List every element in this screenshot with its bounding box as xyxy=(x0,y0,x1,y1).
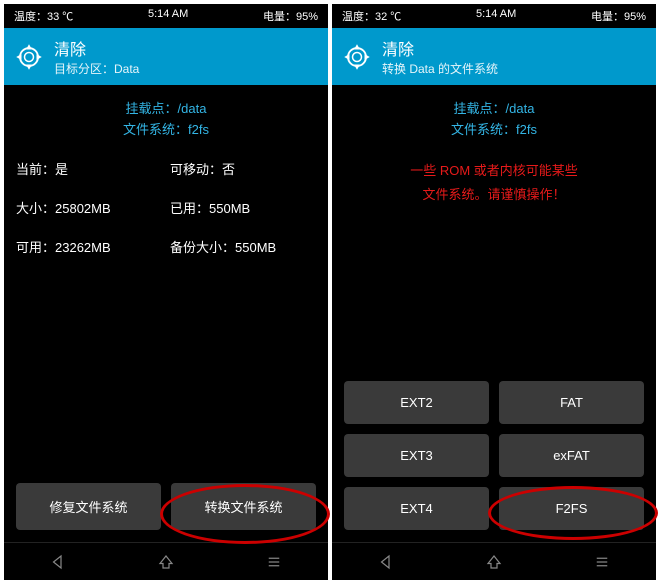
page-subtitle: 转换 Data 的文件系统 xyxy=(382,60,498,77)
mount-point: 挂载点：/data xyxy=(344,99,644,120)
partition-info: 挂载点：/data 文件系统：f2fs xyxy=(344,99,644,141)
stat-removable: 可移动：否 xyxy=(170,159,316,178)
screen-change-fs: 温度：32 ℃ 5:14 AM 电量：95% 清除 转换 Data 的文件系统 … xyxy=(332,4,656,580)
status-time: 5:14 AM xyxy=(476,8,516,24)
warning-text: 一些 ROM 或者内核可能某些 文件系统。请谨慎操作！ xyxy=(344,159,644,208)
status-bar: 温度：33 ℃ 5:14 AM 电量：95% xyxy=(4,4,328,28)
home-icon[interactable] xyxy=(157,553,175,571)
fs-ext3-button[interactable]: EXT3 xyxy=(344,434,489,477)
filesystem-type: 文件系统：f2fs xyxy=(344,120,644,141)
stat-used: 已用：550MB xyxy=(170,198,316,217)
recent-icon[interactable] xyxy=(593,553,611,571)
mount-point: 挂载点：/data xyxy=(16,99,316,120)
screen-wipe-partition: 温度：33 ℃ 5:14 AM 电量：95% 清除 目标分区：Data 挂载点：… xyxy=(4,4,328,580)
header: 清除 转换 Data 的文件系统 xyxy=(332,28,656,85)
home-icon[interactable] xyxy=(485,553,503,571)
recent-icon[interactable] xyxy=(265,553,283,571)
stat-free: 可用：23262MB xyxy=(16,237,162,256)
nav-bar xyxy=(4,542,328,580)
filesystem-options: EXT2 FAT EXT3 exFAT EXT4 F2FS xyxy=(344,381,644,530)
partition-stats: 当前：是 可移动：否 大小：25802MB 已用：550MB 可用：23262M… xyxy=(16,159,316,256)
page-title: 清除 xyxy=(382,36,498,60)
repair-fs-button[interactable]: 修复文件系统 xyxy=(16,483,161,530)
fs-ext2-button[interactable]: EXT2 xyxy=(344,381,489,424)
header: 清除 目标分区：Data xyxy=(4,28,328,85)
page-subtitle: 目标分区：Data xyxy=(54,60,139,77)
status-bar: 温度：32 ℃ 5:14 AM 电量：95% xyxy=(332,4,656,28)
filesystem-type: 文件系统：f2fs xyxy=(16,120,316,141)
page-title: 清除 xyxy=(54,36,139,60)
stat-size: 大小：25802MB xyxy=(16,198,162,217)
warning-line: 文件系统。请谨慎操作！ xyxy=(344,183,644,208)
back-icon[interactable] xyxy=(377,553,395,571)
status-battery: 电量：95% xyxy=(591,8,646,24)
status-temp: 温度：33 ℃ xyxy=(14,8,73,24)
back-icon[interactable] xyxy=(49,553,67,571)
warning-line: 一些 ROM 或者内核可能某些 xyxy=(344,159,644,184)
twrp-logo-icon xyxy=(14,42,44,72)
fs-f2fs-button[interactable]: F2FS xyxy=(499,487,644,530)
status-battery: 电量：95% xyxy=(263,8,318,24)
status-time: 5:14 AM xyxy=(148,8,188,24)
status-temp: 温度：32 ℃ xyxy=(342,8,401,24)
nav-bar xyxy=(332,542,656,580)
stat-backup: 备份大小：550MB xyxy=(170,237,316,256)
fs-exfat-button[interactable]: exFAT xyxy=(499,434,644,477)
change-fs-button[interactable]: 转换文件系统 xyxy=(171,483,316,530)
fs-ext4-button[interactable]: EXT4 xyxy=(344,487,489,530)
twrp-logo-icon xyxy=(342,42,372,72)
partition-info: 挂载点：/data 文件系统：f2fs xyxy=(16,99,316,141)
fs-fat-button[interactable]: FAT xyxy=(499,381,644,424)
stat-current: 当前：是 xyxy=(16,159,162,178)
